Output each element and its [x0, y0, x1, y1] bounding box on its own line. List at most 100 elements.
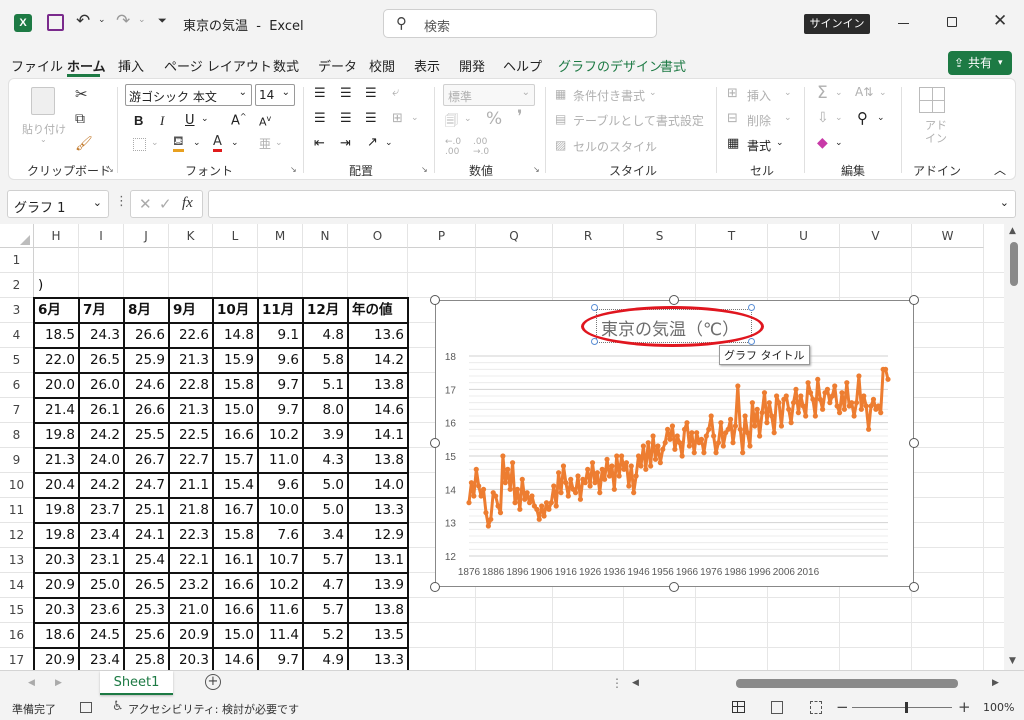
scroll-down-icon[interactable]: ▼ — [1009, 656, 1016, 666]
paste-icon[interactable] — [31, 87, 55, 115]
table-cell[interactable]: 15.0 — [213, 398, 258, 423]
chart-handle-bottom[interactable] — [669, 582, 679, 592]
table-cell[interactable]: 14.2 — [348, 348, 408, 373]
table-cell[interactable]: 13.3 — [348, 648, 408, 670]
table-cell[interactable]: 25.3 — [124, 598, 169, 623]
table-header-cell[interactable]: 7月 — [79, 298, 124, 323]
table-cell[interactable]: 13.6 — [348, 323, 408, 348]
table-cell[interactable]: 24.0 — [79, 448, 124, 473]
row-header-4[interactable]: 4 — [0, 323, 34, 348]
title-handle-tr[interactable] — [748, 304, 755, 311]
comma-style-icon[interactable]: ❜ — [517, 107, 522, 127]
insert-cells-button[interactable]: 挿入 — [747, 87, 771, 104]
align-middle-icon[interactable]: ☰ — [340, 86, 352, 101]
tab-file[interactable]: ファイル — [11, 56, 63, 75]
table-cell[interactable]: 21.3 — [169, 348, 213, 373]
title-handle-tl[interactable] — [591, 304, 598, 311]
table-cell[interactable]: 26.1 — [79, 398, 124, 423]
table-cell[interactable]: 13.8 — [348, 448, 408, 473]
row-header-3[interactable]: 3 — [0, 298, 34, 323]
tab-format[interactable]: 書式 — [660, 56, 686, 75]
table-cell[interactable]: 15.0 — [213, 623, 258, 648]
column-header-M[interactable]: M — [258, 224, 303, 248]
autosum-dropdown-icon[interactable]: ⌄ — [835, 88, 843, 98]
row-header-11[interactable]: 11 — [0, 498, 34, 523]
fill-color-icon[interactable]: ⛾ — [173, 135, 184, 152]
table-cell[interactable]: 16.6 — [213, 423, 258, 448]
phonetic-icon[interactable]: 亜 — [259, 135, 271, 152]
row-header-17[interactable]: 17 — [0, 648, 34, 670]
conditional-format-dropdown-icon[interactable]: ⌄ — [649, 88, 657, 98]
column-header-N[interactable]: N — [303, 224, 348, 248]
cell-styles-dropdown-icon[interactable]: ⌄ — [645, 139, 653, 149]
table-header-cell[interactable]: 6月 — [34, 298, 79, 323]
table-cell[interactable]: 20.9 — [34, 648, 79, 670]
table-cell[interactable]: 4.7 — [303, 573, 348, 598]
accounting-dropdown-icon[interactable]: ⌄ — [464, 114, 472, 124]
row-header-14[interactable]: 14 — [0, 573, 34, 598]
table-cell[interactable]: 24.2 — [79, 473, 124, 498]
row-header-15[interactable]: 15 — [0, 598, 34, 623]
table-cell[interactable]: 10.2 — [258, 423, 303, 448]
table-header-cell[interactable]: 年の値 — [348, 298, 408, 323]
table-cell[interactable]: 21.0 — [169, 598, 213, 623]
table-cell[interactable]: 24.7 — [124, 473, 169, 498]
delete-cells-dropdown-icon[interactable]: ⌄ — [784, 113, 792, 123]
conditional-format-button[interactable]: 条件付き書式 — [573, 87, 645, 104]
fill-color-dropdown-icon[interactable]: ⌄ — [193, 138, 201, 148]
alignment-launcher-icon[interactable]: ↘ — [421, 165, 428, 174]
table-cell[interactable]: 4.3 — [303, 448, 348, 473]
share-button[interactable]: ⇪ 共有 ▾ — [948, 51, 1012, 75]
table-cell[interactable]: 14.6 — [213, 648, 258, 670]
chart-handle-bl[interactable] — [430, 582, 440, 592]
underline-dropdown-icon[interactable]: ⌄ — [201, 114, 209, 124]
table-cell[interactable]: 26.7 — [124, 448, 169, 473]
table-cell[interactable]: 23.7 — [79, 498, 124, 523]
column-header-O[interactable]: O — [348, 224, 408, 248]
table-cell[interactable]: 26.5 — [79, 348, 124, 373]
find-select-dropdown-icon[interactable]: ⌄ — [877, 113, 885, 123]
page-break-view-icon[interactable] — [810, 701, 822, 714]
table-cell[interactable]: 10.0 — [258, 498, 303, 523]
table-header-cell[interactable]: 8月 — [124, 298, 169, 323]
merge-dropdown-icon[interactable]: ⌄ — [411, 113, 419, 123]
table-cell[interactable]: 4.8 — [303, 323, 348, 348]
row-header-1[interactable]: 1 — [0, 248, 34, 273]
scroll-up-icon[interactable]: ▲ — [1009, 226, 1016, 236]
align-top-icon[interactable]: ☰ — [314, 86, 326, 101]
delete-cells-button[interactable]: 削除 — [747, 112, 771, 129]
table-cell[interactable]: 5.7 — [303, 598, 348, 623]
align-center-icon[interactable]: ☰ — [340, 111, 352, 126]
zoom-slider[interactable] — [852, 707, 952, 708]
table-cell[interactable]: 13.8 — [348, 373, 408, 398]
table-cell[interactable]: 8.0 — [303, 398, 348, 423]
row-header-12[interactable]: 12 — [0, 523, 34, 548]
font-color-dropdown-icon[interactable]: ⌄ — [231, 138, 239, 148]
table-cell[interactable]: 20.9 — [34, 573, 79, 598]
table-cell[interactable]: 15.7 — [213, 448, 258, 473]
sort-filter-dropdown-icon[interactable]: ⌄ — [879, 88, 887, 98]
expand-formula-icon[interactable]: ⌄ — [1000, 196, 1009, 209]
table-cell[interactable]: 24.6 — [124, 373, 169, 398]
chart-handle-tr[interactable] — [909, 295, 919, 305]
table-cell[interactable]: 16.7 — [213, 498, 258, 523]
table-cell[interactable]: 16.6 — [213, 598, 258, 623]
title-handle-bl[interactable] — [591, 338, 598, 345]
table-cell[interactable]: 21.3 — [169, 398, 213, 423]
row-header-10[interactable]: 10 — [0, 473, 34, 498]
find-select-icon[interactable]: ⚲ — [857, 109, 868, 127]
table-header-cell[interactable]: 12月 — [303, 298, 348, 323]
prev-sheet-icon[interactable]: ◀ — [28, 678, 35, 688]
format-cells-button[interactable]: 書式 — [747, 137, 771, 154]
redo-dropdown-icon[interactable]: ⌄ — [138, 15, 146, 25]
orientation-dropdown-icon[interactable]: ⌄ — [385, 138, 393, 148]
enter-icon[interactable]: ✓ — [159, 195, 172, 213]
table-cell[interactable]: 23.4 — [79, 523, 124, 548]
align-left-icon[interactable]: ☰ — [314, 111, 326, 126]
tab-insert[interactable]: 挿入 — [118, 56, 144, 75]
zoom-in-icon[interactable]: + — [958, 698, 971, 716]
zoom-out-icon[interactable]: − — [836, 698, 849, 716]
increase-font-icon[interactable]: A^ — [231, 112, 247, 128]
sheet-tab-sheet1[interactable]: Sheet1 — [100, 671, 173, 695]
chart-handle-right[interactable] — [909, 438, 919, 448]
